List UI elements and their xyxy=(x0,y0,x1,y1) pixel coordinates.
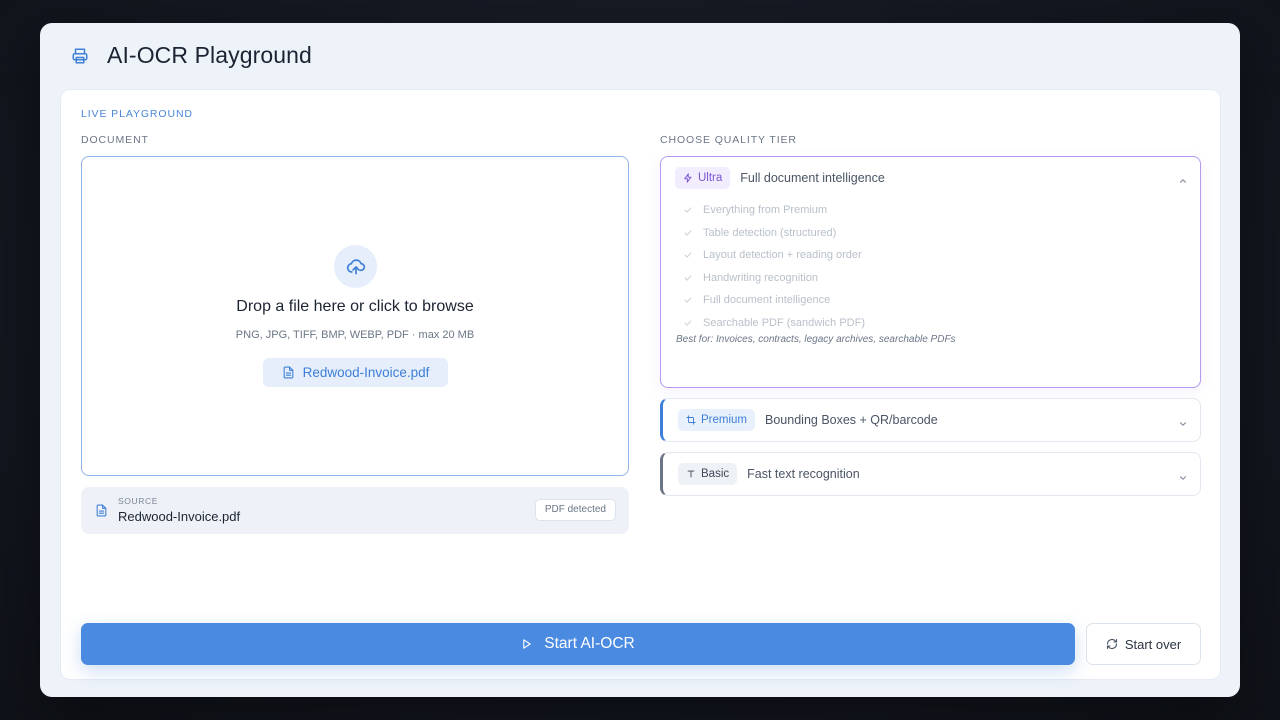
lightning-icon xyxy=(684,173,692,183)
tier-basic-desc: Fast text recognition xyxy=(747,467,860,481)
source-tag: SOURCE xyxy=(118,496,158,506)
tier-premium-header[interactable]: Premium Bounding Boxes + QR/barcode xyxy=(678,409,1186,431)
check-icon xyxy=(684,230,692,236)
tier-premium[interactable]: Premium Bounding Boxes + QR/barcode xyxy=(660,398,1201,442)
printer-icon xyxy=(71,47,89,65)
refresh-icon xyxy=(1106,638,1117,650)
file-dropzone[interactable]: Drop a file here or click to browse PNG,… xyxy=(81,156,629,476)
app-header: AI-OCR Playground xyxy=(40,23,1240,87)
start-ocr-label: Start AI-OCR xyxy=(544,635,635,652)
tier-basic-header[interactable]: Basic Fast text recognition xyxy=(678,463,1186,485)
tier-ultra-features: Everything from Premium Table detection … xyxy=(683,199,865,334)
upload-icon xyxy=(334,245,377,288)
chevron-down-icon[interactable] xyxy=(1178,470,1188,480)
feature-item: Everything from Premium xyxy=(683,199,865,222)
crop-icon xyxy=(686,415,696,425)
chevron-down-icon[interactable] xyxy=(1178,416,1188,426)
tier-basic[interactable]: Basic Fast text recognition xyxy=(660,452,1201,496)
tier-basic-badge: Basic xyxy=(678,463,738,485)
feature-label: Handwriting recognition xyxy=(703,271,818,284)
feature-item: Table detection (structured) xyxy=(683,222,865,245)
start-over-label: Start over xyxy=(1124,636,1182,652)
check-icon xyxy=(684,320,692,326)
selected-file-name: Redwood-Invoice.pdf xyxy=(302,365,430,380)
feature-label: Table detection (structured) xyxy=(703,226,837,239)
play-icon xyxy=(523,639,531,649)
feature-item: Searchable PDF (sandwich PDF) xyxy=(683,312,865,335)
feature-label: Searchable PDF (sandwich PDF) xyxy=(703,316,866,329)
chevron-up-icon[interactable] xyxy=(1178,173,1188,183)
check-icon xyxy=(684,297,692,303)
tier-ultra-header[interactable]: Ultra Full document intelligence xyxy=(675,167,1186,189)
tier-premium-desc: Bounding Boxes + QR/barcode xyxy=(765,413,938,427)
document-label: DOCUMENT xyxy=(81,134,149,146)
start-ocr-button[interactable]: Start AI-OCR xyxy=(81,623,1075,665)
tier-ultra-best-for: Best for: Invoices, contracts, legacy ar… xyxy=(676,334,956,345)
source-file-name: Redwood-Invoice.pdf xyxy=(118,509,241,524)
tier-basic-badge-label: Basic xyxy=(701,468,730,480)
app-window: AI-OCR Playground LIVE PLAYGROUND DOCUME… xyxy=(40,23,1240,697)
feature-item: Layout detection + reading order xyxy=(683,244,865,267)
check-icon xyxy=(684,275,692,281)
live-playground-label: LIVE PLAYGROUND xyxy=(81,108,193,120)
selected-file-chip[interactable]: Redwood-Invoice.pdf xyxy=(263,358,448,387)
feature-label: Full document intelligence xyxy=(703,294,831,307)
start-over-button[interactable]: Start over xyxy=(1086,623,1201,665)
playground-panel: LIVE PLAYGROUND DOCUMENT CHOOSE QUALITY … xyxy=(60,89,1221,680)
check-icon xyxy=(684,207,692,213)
check-icon xyxy=(684,252,692,258)
document-icon xyxy=(95,503,108,518)
dropzone-formats: PNG, JPG, TIFF, BMP, WEBP, PDF · max 20 … xyxy=(235,329,475,341)
tier-premium-badge-label: Premium xyxy=(701,414,748,426)
feature-item: Full document intelligence xyxy=(683,289,865,312)
file-icon xyxy=(283,366,293,379)
tier-ultra-desc: Full document intelligence xyxy=(740,171,885,185)
pdf-detected-badge: PDF detected xyxy=(534,499,616,521)
tier-ultra[interactable]: Ultra Full document intelligence Everyth… xyxy=(660,156,1201,388)
page-title: AI-OCR Playground xyxy=(107,42,312,68)
feature-item: Handwriting recognition xyxy=(683,267,865,290)
tier-ultra-badge: Ultra xyxy=(675,167,731,189)
tier-ultra-badge-label: Ultra xyxy=(698,172,723,184)
feature-label: Layout detection + reading order xyxy=(703,249,862,262)
source-info: SOURCE Redwood-Invoice.pdf PDF detected xyxy=(81,487,629,534)
dropzone-title: Drop a file here or click to browse xyxy=(236,298,474,315)
feature-label: Everything from Premium xyxy=(703,204,828,217)
tier-premium-badge: Premium xyxy=(678,409,756,431)
quality-tier-label: CHOOSE QUALITY TIER xyxy=(660,134,797,146)
text-icon xyxy=(687,470,695,478)
